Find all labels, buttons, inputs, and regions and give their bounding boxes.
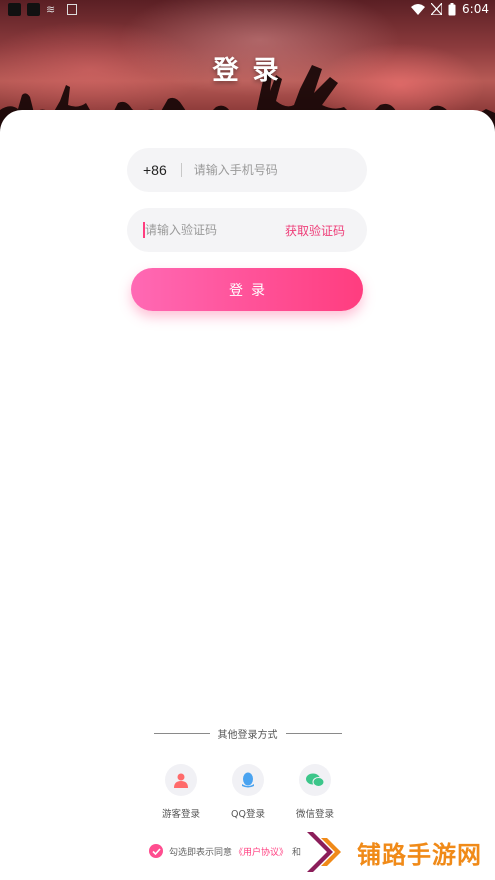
get-code-button[interactable]: 获取验证码: [285, 222, 345, 239]
phone-input[interactable]: [193, 163, 344, 177]
qq-icon-circle[interactable]: [232, 764, 264, 796]
notification-icon: [8, 3, 21, 16]
notification-icon: ≋: [46, 3, 56, 16]
qq-login-label: QQ登录: [231, 809, 265, 820]
wechat-login-label: 微信登录: [295, 809, 334, 820]
status-bar: ≋ 6:04: [0, 0, 495, 20]
guest-login-label: 游客登录: [161, 809, 200, 820]
wechat-icon-circle[interactable]: [299, 764, 331, 796]
guest-login-button[interactable]: 游客登录: [151, 764, 211, 820]
agreement-and: 和: [292, 847, 302, 858]
wifi-icon: [411, 3, 426, 15]
qq-login-button[interactable]: QQ登录: [218, 764, 278, 820]
divider-line: [285, 733, 342, 734]
guest-icon: [174, 773, 188, 788]
verification-code-field[interactable]: 获取验证码: [127, 208, 367, 252]
divider: [180, 163, 182, 177]
watermark: 铺路手游网: [305, 830, 482, 874]
notification-icon: [27, 3, 40, 16]
notification-icon: [67, 4, 78, 15]
verification-code-input[interactable]: [145, 223, 275, 237]
agreement-checkbox[interactable]: [149, 844, 163, 858]
check-icon: [151, 847, 161, 855]
qq-icon: [242, 772, 254, 788]
wechat-icon: [306, 773, 324, 787]
other-login-label: 其他登录方式: [217, 730, 278, 741]
agreement-row: 勾选即表示同意 《用户协议》 和: [149, 844, 301, 858]
page-title: 登录: [212, 56, 293, 86]
guest-icon-circle[interactable]: [165, 764, 197, 796]
phone-field[interactable]: +86: [127, 148, 367, 192]
watermark-text: 铺路手游网: [357, 840, 482, 869]
signal-icon: [431, 3, 443, 15]
other-login-header: 其他登录方式: [0, 726, 495, 741]
country-code[interactable]: +86: [143, 162, 167, 178]
login-button[interactable]: 登录: [131, 268, 363, 311]
wechat-login-button[interactable]: 微信登录: [285, 764, 345, 820]
divider-line: [153, 733, 210, 734]
watermark-logo-icon: [307, 832, 341, 872]
user-agreement-link[interactable]: 《用户协议》: [234, 845, 288, 858]
agreement-text: 勾选即表示同意: [169, 847, 233, 858]
battery-icon: [448, 2, 456, 15]
status-time: 6:04: [462, 2, 489, 16]
